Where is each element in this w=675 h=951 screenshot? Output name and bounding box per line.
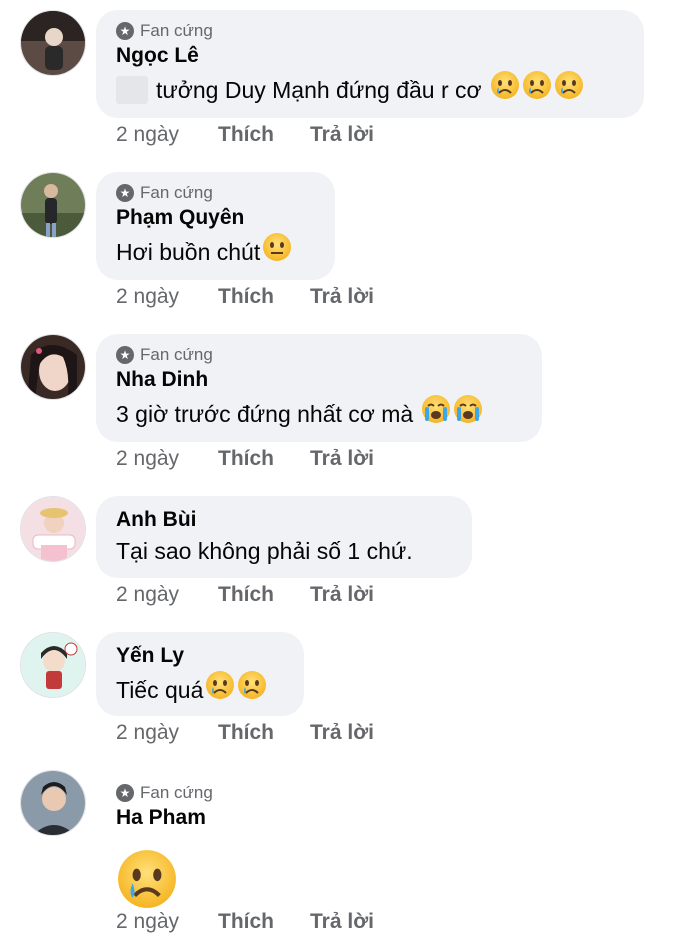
timestamp[interactable]: 2 ngày <box>116 447 179 471</box>
top-fan-badge: ★ Fan cứng <box>116 20 624 42</box>
reply-button[interactable]: Trả lời <box>310 910 374 934</box>
sad-emoji-icon <box>490 70 520 109</box>
comment-text: Tại sao không phải số 1 chứ. <box>116 538 413 564</box>
star-icon: ★ <box>116 346 134 364</box>
comment-text: tưởng Duy Mạnh đứng đầu r cơ <box>156 76 482 103</box>
reply-button[interactable]: Trả lời <box>310 447 374 471</box>
sad-emoji-icon <box>522 70 552 109</box>
commenter-name[interactable]: Ha Pham <box>116 804 206 832</box>
timestamp[interactable]: 2 ngày <box>116 583 179 607</box>
comment-text-row: Tiếc quá <box>116 670 284 709</box>
top-fan-badge: ★ Fan cứng <box>116 182 315 204</box>
badge-label: Fan cứng <box>140 783 213 802</box>
commenter-name[interactable]: Nha Dinh <box>116 366 522 394</box>
comment-text-row: 3 giờ trước đứng nhất cơ mà <box>116 394 522 433</box>
top-fan-badge: ★ Fan cứng <box>116 782 213 804</box>
sad-emoji-icon <box>554 70 584 109</box>
avatar[interactable] <box>20 10 86 76</box>
comment-bubble: Yến Ly Tiếc quá <box>96 632 304 716</box>
star-icon: ★ <box>116 784 134 802</box>
star-icon: ★ <box>116 184 134 202</box>
commenter-name[interactable]: Yến Ly <box>116 642 284 670</box>
reply-button[interactable]: Trả lời <box>310 123 374 147</box>
like-button[interactable]: Thích <box>218 583 274 607</box>
badge-label: Fan cứng <box>140 21 213 40</box>
star-icon: ★ <box>116 22 134 40</box>
reply-button[interactable]: Trả lời <box>310 583 374 607</box>
avatar[interactable] <box>20 770 86 836</box>
comment-text-row: tưởng Duy Mạnh đứng đầu r cơ <box>116 70 624 109</box>
top-fan-badge: ★ Fan cứng <box>116 344 522 366</box>
like-button[interactable]: Thích <box>218 285 274 309</box>
commenter-name[interactable]: Anh Bùi <box>116 506 452 534</box>
comment-text: Hơi buồn chút <box>116 238 261 265</box>
avatar[interactable] <box>20 172 86 238</box>
hidden-mention <box>116 75 148 104</box>
badge-label: Fan cứng <box>140 345 213 364</box>
crying-emoji-icon <box>421 394 451 433</box>
timestamp[interactable]: 2 ngày <box>116 285 179 309</box>
neutral-emoji-icon <box>262 232 292 271</box>
timestamp[interactable]: 2 ngày <box>116 910 179 934</box>
timestamp[interactable]: 2 ngày <box>116 123 179 147</box>
comment-bubble: Anh Bùi Tại sao không phải số 1 chứ. <box>96 496 472 578</box>
crying-emoji-icon <box>453 394 483 433</box>
comment-bubble: ★ Fan cứng Nha Dinh 3 giờ trước đứng nhấ… <box>96 334 542 442</box>
commenter-name[interactable]: Ngọc Lê <box>116 42 624 70</box>
sad-emoji-icon <box>237 670 267 709</box>
like-button[interactable]: Thích <box>218 910 274 934</box>
avatar[interactable] <box>20 334 86 400</box>
comment-text-row: Hơi buồn chút <box>116 232 315 271</box>
like-button[interactable]: Thích <box>218 447 274 471</box>
badge-label: Fan cứng <box>140 183 213 202</box>
reply-button[interactable]: Trả lời <box>310 285 374 309</box>
comment-bubble: ★ Fan cứng Phạm Quyên Hơi buồn chút <box>96 172 335 280</box>
comment-bubble: ★ Fan cứng Ngọc Lê tưởng Duy Mạnh đứng đ… <box>96 10 644 118</box>
timestamp[interactable]: 2 ngày <box>116 721 179 745</box>
commenter-name[interactable]: Phạm Quyên <box>116 204 315 232</box>
avatar[interactable] <box>20 632 86 698</box>
large-sad-emoji-icon <box>116 848 178 915</box>
comment-text: Tiếc quá <box>116 676 204 703</box>
comment-text: 3 giờ trước đứng nhất cơ mà <box>116 400 414 427</box>
like-button[interactable]: Thích <box>218 721 274 745</box>
comment-text-row: Tại sao không phải số 1 chứ. <box>116 534 452 568</box>
sad-emoji-icon <box>205 670 235 709</box>
avatar[interactable] <box>20 496 86 562</box>
reply-button[interactable]: Trả lời <box>310 721 374 745</box>
like-button[interactable]: Thích <box>218 123 274 147</box>
